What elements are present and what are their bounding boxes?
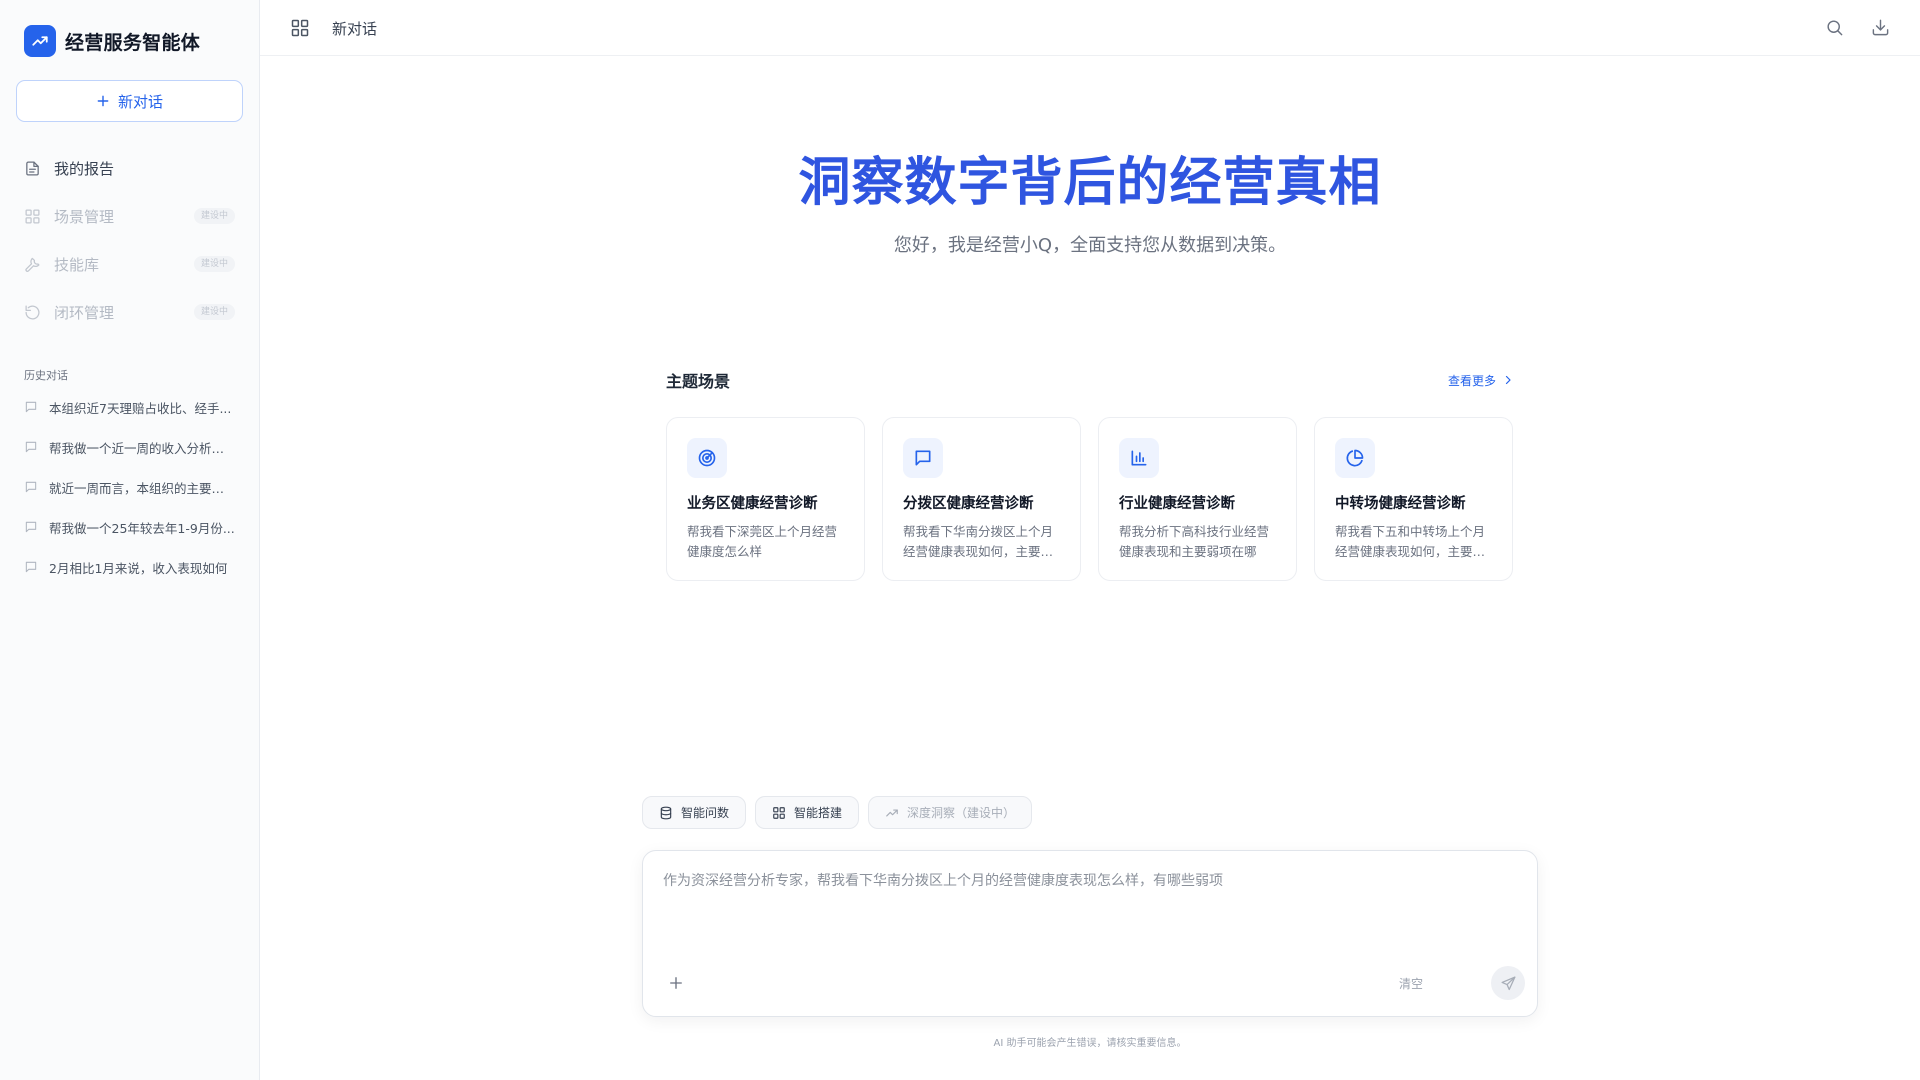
chevron-right-icon — [1505, 375, 1511, 385]
status-badge: 建设中 — [193, 208, 235, 224]
trending-up-icon — [886, 809, 898, 816]
grid-icon[interactable] — [290, 18, 310, 38]
sidebar-item-label: 闭环管理 — [54, 303, 115, 322]
mode-label: 深度洞察（建设中） — [907, 806, 1016, 820]
chat-bubble-icon — [25, 481, 37, 493]
chat-composer: 清空 — [642, 850, 1538, 1017]
sidebar-item-label: 技能库 — [54, 255, 100, 274]
scene-card-desc: 帮我看下华南分拨区上个月经营健康表现如何，主要弱项在哪 — [903, 524, 1054, 559]
sidebar-item-scenes[interactable]: 场景管理 建设中 — [16, 197, 243, 235]
status-badge: 建设中 — [193, 304, 235, 320]
history-item-label: 帮我做一个近一周的收入分析（... — [49, 440, 235, 456]
scene-card-title: 中转场健康经营诊断 — [1335, 496, 1466, 512]
hero-subtitle: 您好，我是经营小Q，全面支持您从数据到决策。 — [893, 235, 1287, 256]
mode-smart-build[interactable]: 智能搭建 — [755, 796, 860, 829]
disclaimer: AI 助手可能会产生错误，请核实重要信息。 — [993, 1038, 1187, 1049]
scene-card[interactable]: 分拨区健康经营诊断 帮我看下华南分拨区上个月经营健康表现如何，主要弱项在哪 — [882, 417, 1081, 581]
mode-deep-insight[interactable]: 深度洞察（建设中） — [868, 796, 1033, 829]
grid-icon — [24, 207, 42, 225]
mode-label: 智能问数 — [681, 806, 730, 820]
download-icon[interactable] — [1871, 18, 1891, 38]
wrench-icon — [24, 255, 42, 273]
radar-target-icon — [687, 438, 727, 478]
sidebar-nav: 我的报告 场景管理 建设中 技能库 建设中 闭环管理 建设中 — [16, 149, 243, 341]
grid-icon — [773, 806, 785, 819]
mode-selector: 智能问数 智能搭建 深度洞察（建设中） — [642, 796, 1033, 829]
plus-icon — [97, 95, 109, 107]
chat-bubble-icon — [25, 521, 37, 533]
pie-chart-icon — [1335, 438, 1375, 478]
scene-card[interactable]: 中转场健康经营诊断 帮我看下五和中转场上个月经营健康表现如何，主要弱项在哪 — [1314, 417, 1513, 581]
hero-title: 洞察数字背后的经营真相 — [798, 153, 1382, 213]
scene-card-title: 行业健康经营诊断 — [1119, 496, 1235, 512]
brand-name: 经营服务智能体 — [65, 31, 201, 54]
history-item-label: 帮我做一个25年较去年1-9月份... — [49, 520, 235, 536]
history-title: 历史对话 — [24, 369, 68, 382]
mode-smart-query[interactable]: 智能问数 — [642, 796, 747, 829]
history-item-label: 就近一周而言，本组织的主要质... — [49, 480, 235, 496]
refresh-icon — [24, 303, 42, 321]
message-square-icon — [903, 438, 943, 478]
sidebar-item-skills[interactable]: 技能库 建设中 — [16, 245, 243, 283]
topbar: 新对话 — [260, 0, 1920, 56]
view-more-label: 查看更多 — [1447, 373, 1496, 388]
clear-button[interactable]: 清空 — [1399, 975, 1423, 992]
new-chat-label: 新对话 — [117, 92, 163, 111]
history-item[interactable]: 帮我做一个近一周的收入分析（... — [16, 427, 243, 467]
page-title: 新对话 — [332, 20, 378, 38]
scene-card[interactable]: 业务区健康经营诊断 帮我看下深莞区上个月经营健康度怎么样 — [666, 417, 865, 581]
sidebar-item-label: 我的报告 — [54, 159, 115, 178]
sidebar-item-closed-loop[interactable]: 闭环管理 建设中 — [16, 293, 243, 331]
main-panel: 新对话 洞察数字背后的经营真相 您好，我是经营小Q，全面支持您从数据到决策。 主… — [260, 0, 1920, 1080]
history-item[interactable]: 本组织近7天理赔占收比、经手... — [16, 387, 243, 427]
bar-chart-icon — [1119, 438, 1159, 478]
scenes-header: 主题场景 查看更多 — [666, 368, 1514, 392]
scene-card-desc: 帮我看下深莞区上个月经营健康度怎么样 — [687, 524, 838, 559]
scenes-title: 主题场景 — [666, 372, 731, 391]
brand: 经营服务智能体 — [24, 25, 200, 57]
send-button[interactable] — [1491, 966, 1525, 1000]
history-item-label: 本组织近7天理赔占收比、经手... — [49, 400, 232, 416]
chat-bubble-icon — [25, 561, 37, 573]
database-icon — [660, 806, 672, 819]
search-icon[interactable] — [1825, 18, 1845, 38]
history-item[interactable]: 2月相比1月来说，收入表现如何 — [16, 547, 243, 587]
mode-label: 智能搭建 — [794, 806, 843, 820]
scene-card-title: 分拨区健康经营诊断 — [903, 496, 1034, 512]
scene-cards: 业务区健康经营诊断 帮我看下深莞区上个月经营健康度怎么样 分拨区健康经营诊断 帮… — [666, 417, 1514, 581]
status-badge: 建设中 — [193, 256, 235, 272]
sidebar: 经营服务智能体 新对话 我的报告 场景管理 建设中 技能库 建设中 闭环管理 建… — [0, 0, 260, 1080]
scene-card-desc: 帮我看下五和中转场上个月经营健康表现如何，主要弱项在哪 — [1335, 524, 1486, 559]
history-list: 本组织近7天理赔占收比、经手... 帮我做一个近一周的收入分析（... 就近一周… — [16, 387, 243, 587]
trending-up-icon — [24, 25, 56, 57]
scene-card-title: 业务区健康经营诊断 — [687, 496, 818, 512]
chat-bubble-icon — [25, 441, 37, 453]
sidebar-item-reports[interactable]: 我的报告 — [16, 149, 243, 187]
send-icon — [1500, 975, 1516, 990]
chat-input[interactable] — [663, 871, 1513, 951]
new-chat-button[interactable]: 新对话 — [16, 80, 243, 122]
view-more-link[interactable]: 查看更多 — [1448, 372, 1514, 389]
sidebar-item-label: 场景管理 — [54, 207, 115, 226]
history-item[interactable]: 帮我做一个25年较去年1-9月份... — [16, 507, 243, 547]
scene-card[interactable]: 行业健康经营诊断 帮我分析下高科技行业经营健康表现和主要弱项在哪 — [1098, 417, 1297, 581]
plus-icon[interactable] — [667, 974, 685, 992]
scene-card-desc: 帮我分析下高科技行业经营健康表现和主要弱项在哪 — [1119, 524, 1270, 559]
chat-bubble-icon — [25, 401, 37, 413]
history-item-label: 2月相比1月来说，收入表现如何 — [49, 560, 228, 576]
document-icon — [24, 159, 42, 177]
history-item[interactable]: 就近一周而言，本组织的主要质... — [16, 467, 243, 507]
